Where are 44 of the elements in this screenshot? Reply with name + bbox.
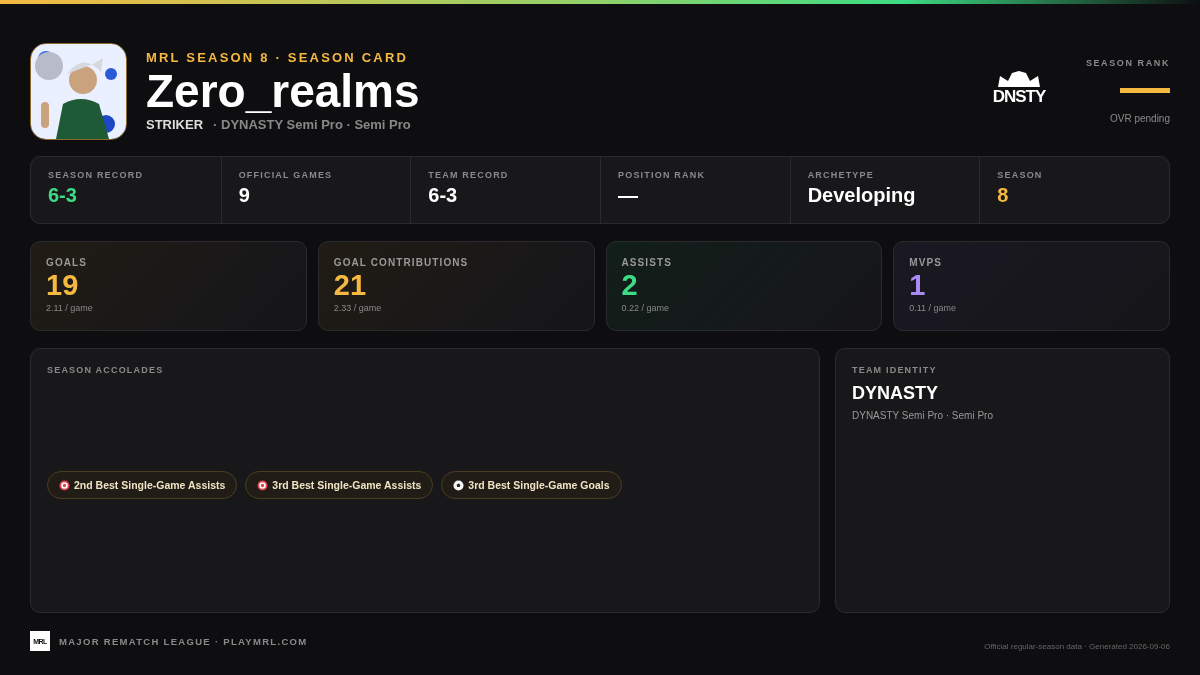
target-icon bbox=[59, 479, 70, 491]
eyebrow-text: MRL SEASON 8 · SEASON CARD bbox=[146, 49, 410, 65]
panel-title: SEASON ACCOLADES bbox=[47, 365, 165, 375]
target-icon bbox=[257, 479, 269, 491]
summary-value: 8 bbox=[997, 184, 1010, 207]
per-game-text: 0.22 / game bbox=[621, 302, 671, 313]
summary-label: SEASON bbox=[997, 170, 1044, 180]
summary-label: ARCHETYPE bbox=[807, 170, 875, 180]
summary-value: Developing bbox=[807, 184, 917, 207]
summary-label: POSITION RANK bbox=[618, 170, 707, 180]
league-text: MAJOR REMATCH LEAGUE · PLAYMRL.COM bbox=[59, 635, 309, 647]
stat-label: ASSISTS bbox=[621, 257, 673, 268]
rank-note: OVR pending bbox=[1109, 113, 1170, 124]
stat-value: 2 bbox=[621, 268, 639, 303]
stat-value: 21 bbox=[333, 268, 367, 303]
panel-title: TEAM IDENTITY bbox=[852, 365, 938, 375]
accolade-text: 3rd Best Single-Game Goals bbox=[468, 479, 610, 491]
stat-value: 19 bbox=[46, 268, 80, 303]
per-game-text: 2.11 / game bbox=[46, 302, 94, 313]
stat-label: MVPS bbox=[909, 257, 943, 268]
summary-value: — bbox=[618, 184, 639, 207]
summary-value: 6-3 bbox=[428, 184, 459, 207]
summary-label: TEAM RECORD bbox=[428, 170, 510, 180]
footer-note: Official regular-season data · Generated 2026-09-06 bbox=[984, 641, 1170, 651]
per-game-text: 0.11 / game bbox=[909, 302, 958, 313]
stat-label: GOAL CONTRIBUTIONS bbox=[333, 257, 470, 268]
accolade-text: 3rd Best Single-Game Assists bbox=[272, 479, 422, 491]
summary-value: 6-3 bbox=[48, 184, 78, 207]
summary-label: SEASON RECORD bbox=[48, 170, 145, 180]
team-text: · DYNASTY Semi Pro · Semi Pro bbox=[213, 117, 411, 133]
accolade-text: 2nd Best Single-Game Assists bbox=[74, 479, 226, 491]
position-text: STRIKER bbox=[146, 117, 204, 133]
stat-value: 1 bbox=[909, 268, 927, 303]
summary-label: OFFICIAL GAMES bbox=[238, 170, 334, 180]
soccer-ball-icon bbox=[453, 479, 465, 491]
team-name: DYNASTY bbox=[852, 383, 939, 404]
stat-label: GOALS bbox=[46, 257, 89, 268]
rank-label: SEASON RANK bbox=[1085, 58, 1170, 68]
player-name: Zero_realms bbox=[146, 64, 421, 118]
team-subtitle: DYNASTY Semi Pro · Semi Pro bbox=[852, 410, 994, 421]
crown-icon bbox=[996, 71, 1042, 87]
per-game-text: 2.33 / game bbox=[333, 302, 383, 313]
rank-dash bbox=[1120, 88, 1170, 93]
summary-value: 9 bbox=[238, 184, 251, 207]
